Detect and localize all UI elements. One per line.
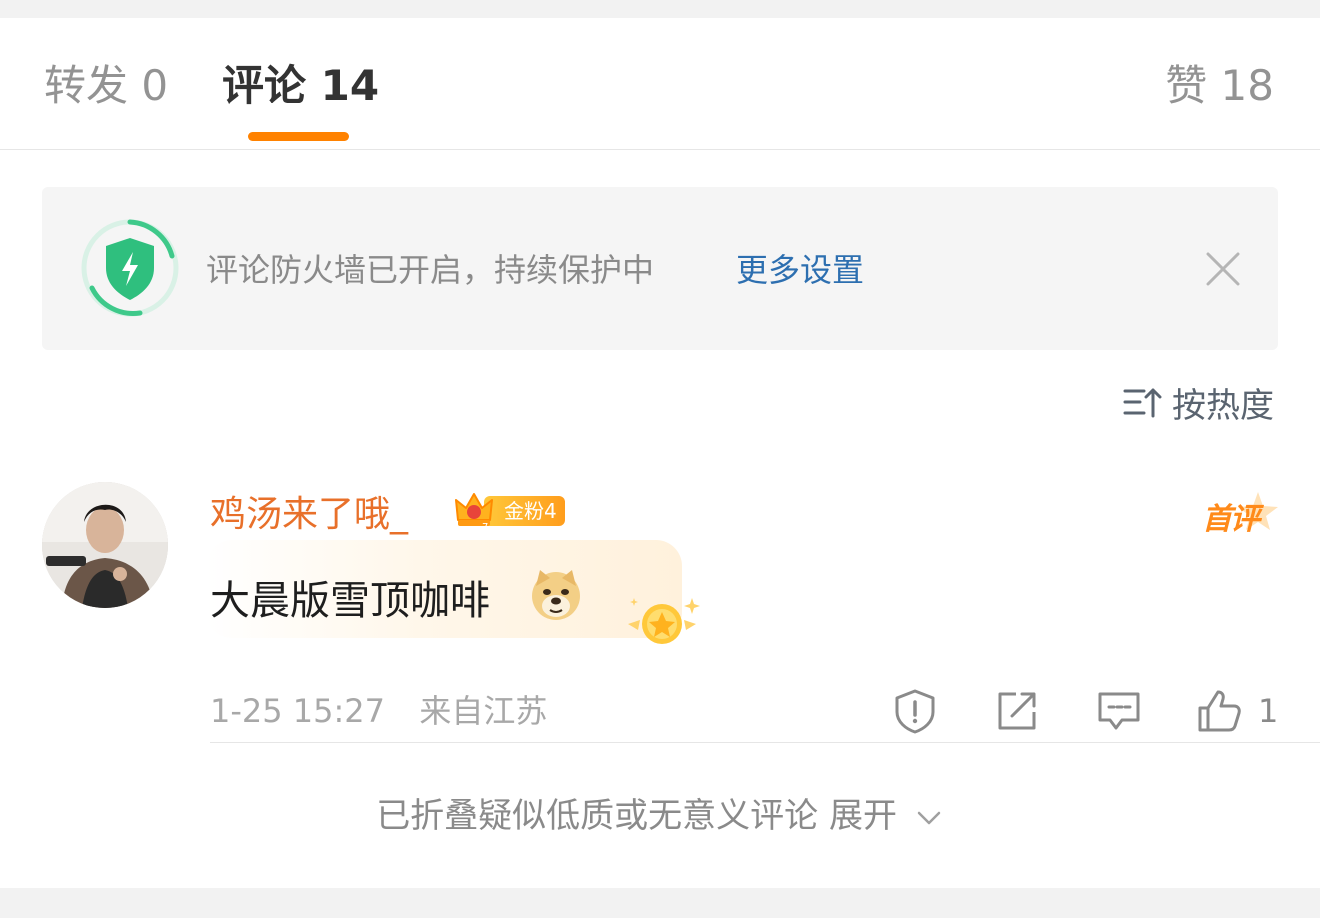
report-icon[interactable] [892,688,938,734]
folded-comments-toggle[interactable]: 已折叠疑似低质或无意义评论 展开 [0,794,1320,838]
close-icon[interactable] [1204,250,1242,288]
shield-lightning-icon [81,219,179,317]
comment-meta: 1-25 15:27 来自江苏 [210,690,547,732]
comment-time: 1-25 15:27 [210,692,386,730]
crown-icon: 7 [455,493,493,532]
fan-badge[interactable]: 金粉4 [484,496,565,526]
fan-badge-label: 金粉4 [504,499,557,523]
comment-text: 大晨版雪顶咖啡 [210,578,490,624]
avatar[interactable] [42,482,168,608]
fan-badge-level: 7 [482,522,488,532]
sort-label: 按热度 [1172,385,1274,426]
share-icon[interactable] [994,688,1040,734]
active-tab-indicator [248,132,349,141]
sort-icon [1123,388,1162,418]
firewall-status-text: 评论防火墙已开启，持续保护中 [206,251,655,289]
comment-username[interactable]: 鸡汤来了哦_ [210,492,408,538]
divider [210,742,1320,743]
chevron-down-icon [917,811,941,824]
comments-panel: 转发 0 评论 14 赞 18 评论防火墙已开启，持续保护中 更多设置 按热度 [0,18,1320,888]
folded-comments-label: 已折叠疑似低质或无意义评论 展开 [376,796,897,836]
sort-control[interactable]: 按热度 [1122,380,1274,426]
reply-icon[interactable] [1096,688,1142,734]
medal-icon [628,598,700,644]
tab-repost[interactable]: 转发 0 [44,58,168,114]
more-settings-link[interactable]: 更多设置 [736,249,864,291]
doge-icon [532,570,580,620]
tab-comment[interactable]: 评论 14 [222,58,379,114]
first-comment-badge: 首评 [1202,502,1260,537]
like-icon[interactable] [1196,688,1242,734]
tab-bar: 转发 0 评论 14 赞 18 [0,18,1320,150]
tab-like[interactable]: 赞 18 [1165,58,1274,114]
like-count: 1 [1258,692,1279,730]
comment-location: 来自江苏 [419,692,548,730]
